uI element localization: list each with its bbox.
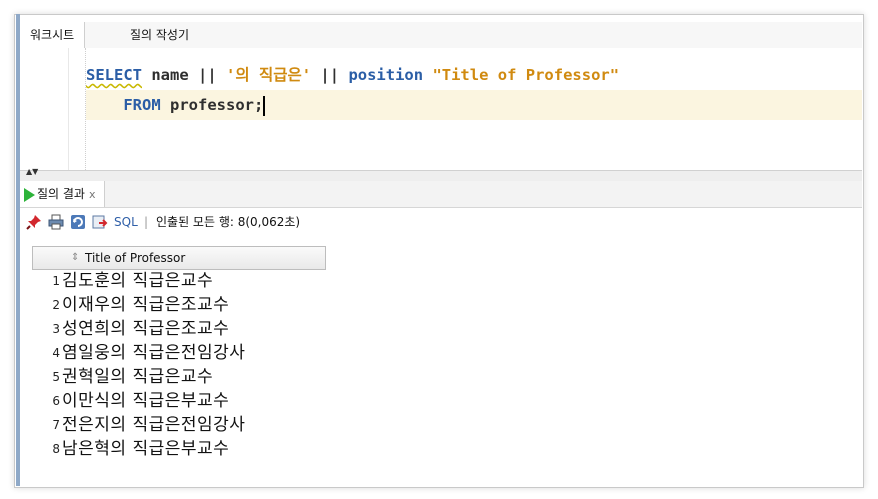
table-row[interactable]: 7 전은지의 직급은전임강사: [32, 413, 324, 437]
row-number: 2: [52, 298, 60, 312]
cell-title[interactable]: 김도훈의 직급은교수: [62, 269, 213, 293]
editor-gutter: [68, 48, 69, 170]
query-result-tab-label: 질의 결과: [37, 187, 85, 201]
results-toolbar: SQL | 인출된 모든 행: 8(0,062초): [20, 208, 862, 236]
column-header-label: Title of Professor: [85, 251, 186, 265]
column-header[interactable]: ⇕ Title of Professor: [32, 246, 326, 270]
code-line-2-current[interactable]: FROM professor;: [86, 90, 862, 120]
sql-editor[interactable]: SELECT name || '의 직급은' || position "Titl…: [20, 48, 862, 170]
results-tabbar: 질의 결과 x: [20, 181, 862, 208]
row-number: 3: [52, 322, 60, 336]
refresh-icon[interactable]: [70, 214, 86, 230]
pin-icon[interactable]: [26, 214, 42, 230]
table-name: professor;: [170, 96, 264, 114]
collapse-arrows-icon[interactable]: ▲▼: [26, 168, 38, 176]
column-alias: "Title of Professor": [432, 66, 620, 84]
print-icon[interactable]: [48, 214, 64, 230]
table-row[interactable]: 4 염일웅의 직급은전임강사: [32, 341, 324, 365]
tab-query-result[interactable]: 질의 결과 x: [20, 181, 105, 207]
cell-title[interactable]: 이재우의 직급은조교수: [62, 293, 229, 317]
worksheet-subtabs: 워크시트 질의 작성기: [20, 22, 862, 49]
concat-operator: ||: [198, 66, 217, 84]
tab-worksheet[interactable]: 워크시트: [20, 22, 86, 49]
row-number: 5: [52, 370, 60, 384]
keyword-select: SELECT: [86, 66, 142, 84]
tab-query-builder[interactable]: 질의 작성기: [120, 22, 199, 48]
cell-title[interactable]: 남은혁의 직급은부교수: [62, 437, 229, 461]
row-number: 4: [52, 346, 60, 360]
sort-icon[interactable]: ⇕: [71, 251, 79, 265]
concat-operator: ||: [320, 66, 340, 84]
table-row[interactable]: 8 남은혁의 직급은부교수: [32, 437, 324, 461]
row-number: 6: [52, 394, 60, 408]
row-number: 7: [52, 418, 60, 432]
keyword-from: FROM: [123, 96, 161, 114]
cell-title[interactable]: 염일웅의 직급은전임강사: [62, 341, 245, 365]
cell-title[interactable]: 성연희의 직급은조교수: [62, 317, 229, 341]
table-row[interactable]: 3 성연희의 직급은조교수: [32, 317, 324, 341]
row-number: 1: [52, 274, 60, 288]
fetch-status: 인출된 모든 행: 8(0,062초): [156, 215, 301, 229]
cell-title[interactable]: 권혁일의 직급은교수: [62, 365, 213, 389]
identifier-name: name: [151, 66, 189, 84]
export-icon[interactable]: [92, 214, 108, 230]
play-icon: [24, 187, 35, 202]
table-row[interactable]: 5 권혁일의 직급은교수: [32, 365, 324, 389]
toolbar-separator: |: [144, 215, 149, 229]
table-row[interactable]: 6 이만식의 직급은부교수: [32, 389, 324, 413]
results-grid[interactable]: ⇕ Title of Professor 1 김도훈의 직급은교수 2 이재우의…: [20, 236, 862, 485]
code-line-1[interactable]: SELECT name || '의 직급은' || position "Titl…: [86, 60, 619, 90]
close-tab-icon[interactable]: x: [89, 188, 96, 201]
table-row[interactable]: 2 이재우의 직급은조교수: [32, 293, 324, 317]
text-caret: [263, 95, 266, 116]
row-number: 8: [52, 442, 60, 456]
cell-title[interactable]: 전은지의 직급은전임강사: [62, 413, 245, 437]
cell-title[interactable]: 이만식의 직급은부교수: [62, 389, 229, 413]
table-row[interactable]: 1 김도훈의 직급은교수: [32, 269, 324, 293]
string-literal: '의 직급은': [226, 66, 312, 84]
identifier-position: position: [348, 66, 424, 84]
sql-button[interactable]: SQL: [114, 213, 138, 231]
column-header-cell[interactable]: ⇕ Title of Professor: [33, 247, 325, 269]
